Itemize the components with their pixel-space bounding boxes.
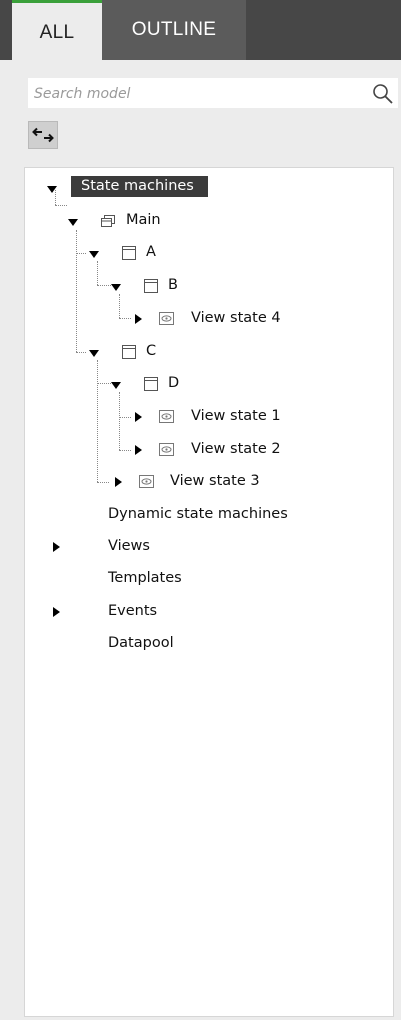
tree-item-view-state-1[interactable]: View state 1 xyxy=(25,405,385,431)
tree-item-view-state-4[interactable]: View state 4 xyxy=(25,307,385,333)
collapse-arrow-icon[interactable] xyxy=(111,382,121,389)
tree-item-view-state-2[interactable]: View state 2 xyxy=(25,438,385,464)
tree-item-view-state-3[interactable]: View state 3 xyxy=(25,470,385,496)
collapse-arrow-icon[interactable] xyxy=(111,284,121,291)
tree-item-label: View state 2 xyxy=(191,441,281,457)
expand-arrow-icon[interactable] xyxy=(115,477,122,487)
tree-item-c[interactable]: C xyxy=(25,340,385,366)
state-icon xyxy=(122,246,136,260)
expand-arrow-icon[interactable] xyxy=(135,445,142,455)
tree-connector xyxy=(55,205,67,206)
tree-item-label: Main xyxy=(126,212,161,228)
collapse-arrow-icon[interactable] xyxy=(68,219,78,226)
tree-item-label: View state 3 xyxy=(170,473,260,489)
link-arrows-icon xyxy=(32,127,54,143)
view-state-icon xyxy=(139,475,154,488)
tree-item-label: Datapool xyxy=(108,635,174,651)
view-state-icon xyxy=(159,443,174,456)
search-icon[interactable] xyxy=(371,82,395,106)
tree-item-events[interactable]: Events xyxy=(25,600,385,626)
tree-item-label: A xyxy=(146,244,156,260)
tree-item-label: View state 4 xyxy=(191,310,281,326)
tree-item-label: View state 1 xyxy=(191,408,281,424)
outline-tree-panel: State machines Main A B View state 4 C D… xyxy=(24,167,394,1017)
tree-item-dynamic-state-machines[interactable]: Dynamic state machines xyxy=(25,503,385,529)
tree-item-templates[interactable]: Templates xyxy=(25,567,385,593)
tree-item-state-machines[interactable]: State machines xyxy=(25,176,385,202)
search-input[interactable] xyxy=(32,82,362,106)
tree-item-datapool[interactable]: Datapool xyxy=(25,632,385,658)
expand-arrow-icon[interactable] xyxy=(135,314,142,324)
tab-bar: ALL OUTLINE xyxy=(0,0,401,60)
tree-item-label: Dynamic state machines xyxy=(108,506,288,522)
collapse-arrow-icon[interactable] xyxy=(89,251,99,258)
tree-item-label: C xyxy=(146,343,157,359)
search-bar xyxy=(28,78,398,108)
tab-outline-label: OUTLINE xyxy=(131,19,217,40)
tab-all-label: ALL xyxy=(39,21,75,43)
tree-item-label: Templates xyxy=(108,570,182,586)
expand-arrow-icon[interactable] xyxy=(53,607,60,617)
link-with-editor-button[interactable] xyxy=(28,121,58,149)
tree-item-main[interactable]: Main xyxy=(25,209,385,235)
collapse-arrow-icon[interactable] xyxy=(89,350,99,357)
view-state-icon xyxy=(159,312,174,325)
tree-item-label: Events xyxy=(108,603,158,619)
tree-item-label: D xyxy=(168,375,180,391)
state-icon xyxy=(122,345,136,359)
tab-all[interactable]: ALL xyxy=(12,0,102,60)
collapse-arrow-icon[interactable] xyxy=(47,186,57,193)
tree-item-label: B xyxy=(168,277,178,293)
tree-item-views[interactable]: Views xyxy=(25,535,385,561)
view-state-icon xyxy=(159,410,174,423)
expand-arrow-icon[interactable] xyxy=(53,542,60,552)
state-icon xyxy=(144,377,158,391)
tree-item-b[interactable]: B xyxy=(25,274,385,300)
tree-item-label: State machines xyxy=(71,176,208,197)
state-machine-icon xyxy=(101,215,115,227)
tree-item-label: Views xyxy=(108,538,150,554)
tree-item-d[interactable]: D xyxy=(25,372,385,398)
expand-arrow-icon[interactable] xyxy=(135,412,142,422)
state-icon xyxy=(144,279,158,293)
tab-outline[interactable]: OUTLINE xyxy=(102,0,246,60)
tree-item-a[interactable]: A xyxy=(25,241,385,267)
